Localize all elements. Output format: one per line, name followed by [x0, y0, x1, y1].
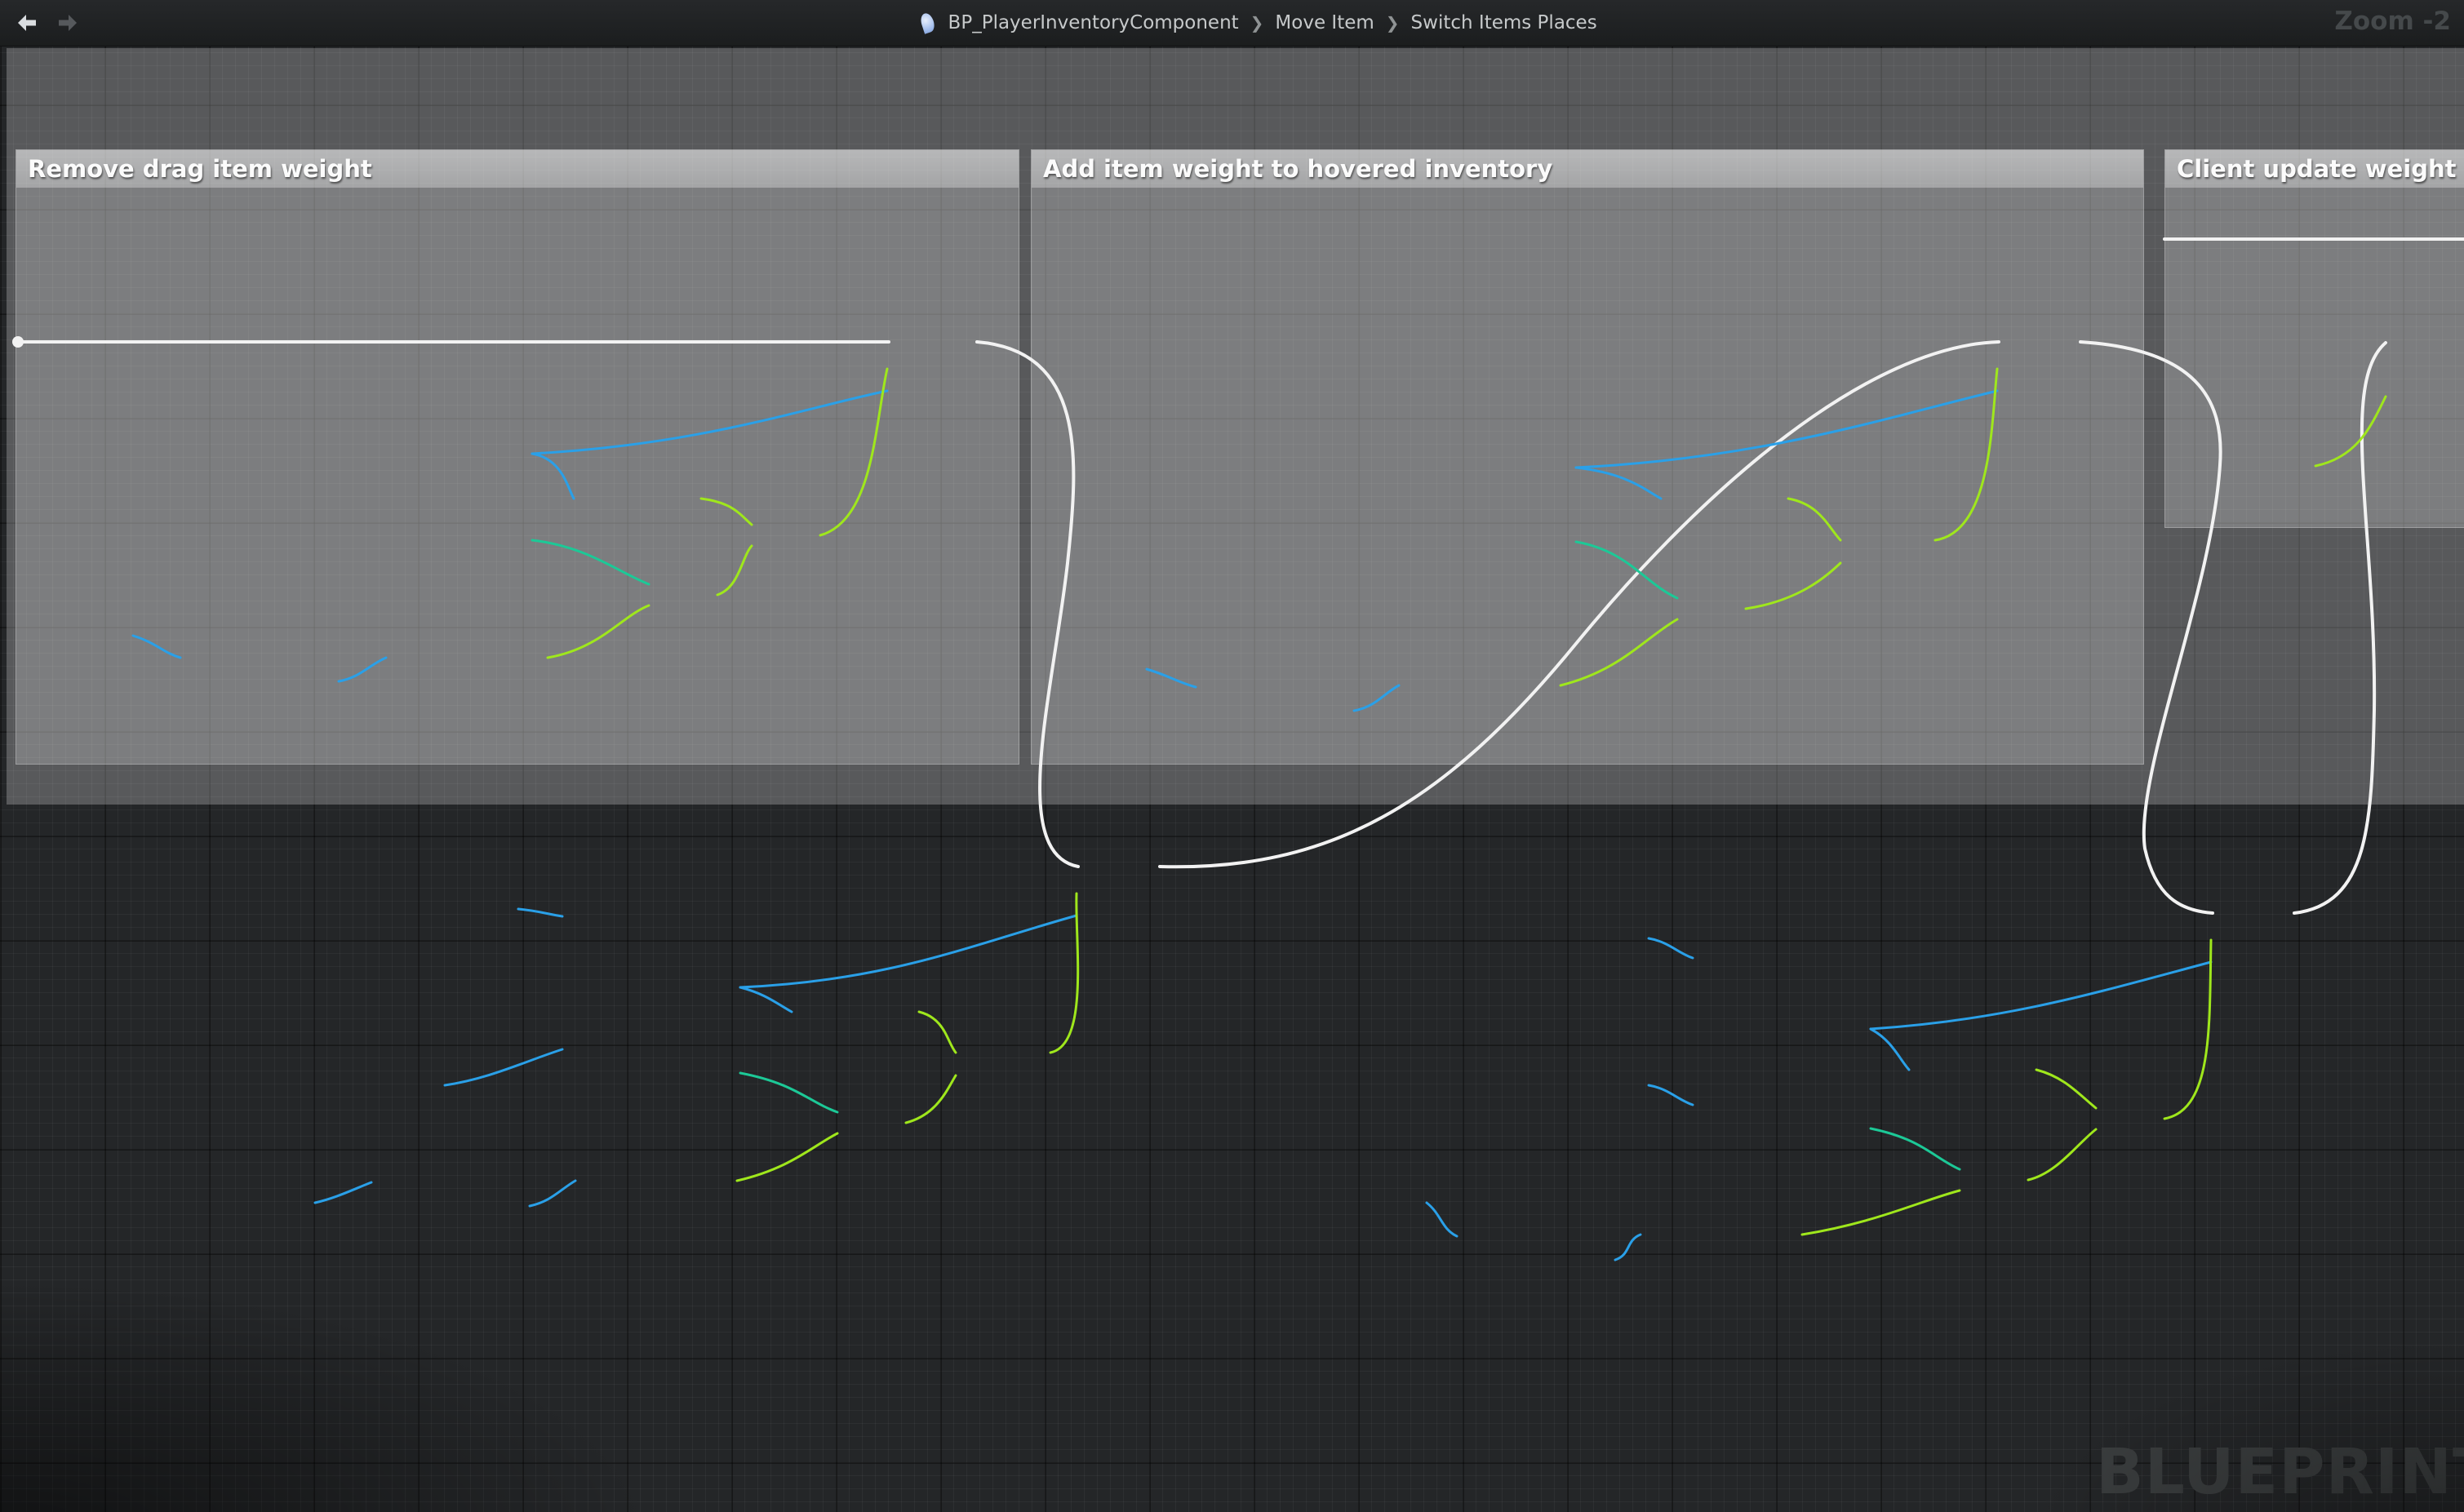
forward-button[interactable] — [54, 9, 82, 37]
exec-wire — [1160, 342, 1999, 867]
data-wire — [1354, 685, 1399, 711]
data-wire — [2164, 940, 2211, 1119]
reroute-dot[interactable] — [12, 336, 24, 348]
data-wire — [1871, 1029, 1909, 1070]
data-wire — [1649, 938, 1693, 958]
data-wire — [133, 636, 180, 658]
touch-cursor-icon — [918, 11, 936, 33]
data-wire — [532, 391, 887, 454]
data-wire — [1871, 1128, 1960, 1169]
data-wire — [740, 916, 1077, 987]
data-wire — [445, 1049, 562, 1085]
zoom-level-label: Zoom -2 — [2334, 7, 2451, 36]
data-wire — [740, 1073, 837, 1112]
data-wire — [919, 1012, 956, 1053]
chevron-right-icon: ❯ — [1250, 13, 1264, 33]
data-wire — [1615, 1235, 1640, 1260]
exec-wire — [2294, 343, 2386, 913]
data-wire — [339, 658, 386, 681]
chevron-right-icon: ❯ — [1386, 13, 1400, 33]
data-wire — [548, 605, 649, 658]
data-wire — [532, 540, 649, 584]
data-wire — [717, 546, 752, 595]
breadcrumb-item-graph[interactable]: Switch Items Places — [1411, 12, 1597, 33]
data-wire — [1871, 962, 2211, 1029]
data-wire — [1576, 391, 1997, 468]
data-wire — [1561, 619, 1677, 685]
data-wire — [1788, 499, 1840, 540]
data-wire — [701, 499, 752, 525]
data-wire — [1935, 369, 1997, 540]
data-wire — [315, 1182, 371, 1203]
data-wire — [737, 1133, 837, 1181]
exec-wire — [2080, 342, 2221, 913]
data-wire — [1746, 563, 1840, 609]
breadcrumb: BP_PlayerInventoryComponent ❯ Move Item … — [921, 0, 1597, 46]
toolbar: BP_PlayerInventoryComponent ❯ Move Item … — [0, 0, 2464, 47]
data-wire — [1576, 468, 1661, 499]
data-wire — [2315, 397, 2386, 466]
data-wire — [1802, 1191, 1960, 1235]
data-wire — [532, 454, 574, 499]
data-wire — [906, 1075, 956, 1123]
data-wire — [2036, 1070, 2096, 1108]
wire-layer — [0, 0, 2464, 1512]
data-wire — [1147, 669, 1196, 687]
data-wire — [1427, 1203, 1457, 1236]
blueprint-graph-canvas[interactable]: Remove drag item weightAdd item weight t… — [0, 0, 2464, 1512]
data-wire — [1576, 542, 1677, 598]
data-wire — [2028, 1129, 2096, 1180]
data-wire — [1649, 1085, 1693, 1105]
data-wire — [530, 1181, 575, 1206]
data-wire — [518, 909, 562, 916]
back-button[interactable] — [13, 9, 41, 37]
breadcrumb-item-component[interactable]: BP_PlayerInventoryComponent — [948, 12, 1239, 33]
data-wire — [740, 987, 792, 1012]
breadcrumb-item-function[interactable]: Move Item — [1275, 12, 1374, 33]
exec-wire — [977, 342, 1078, 867]
